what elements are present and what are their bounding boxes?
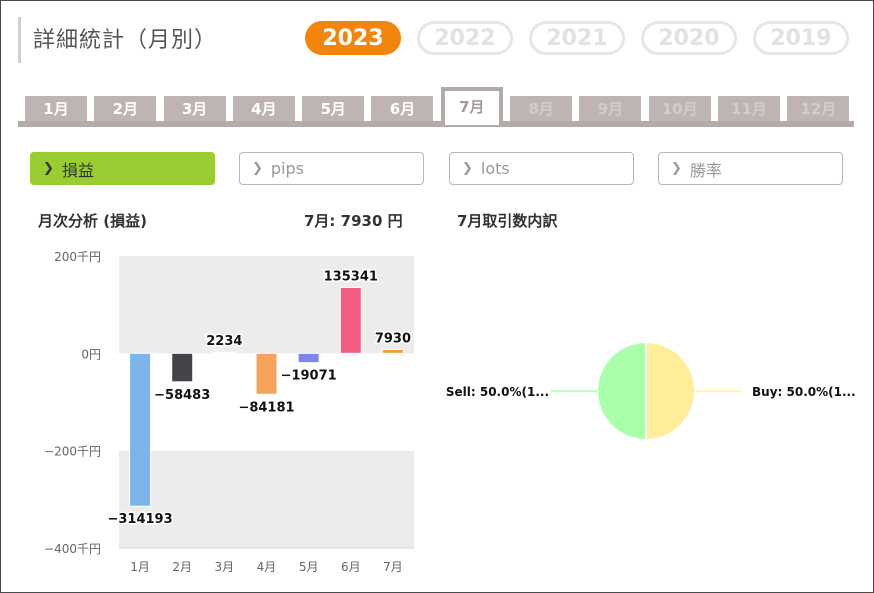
stats-panel: 詳細統計（月別） 2023 2022 2021 2020 2019 1月 2月 3月 4月 5月… [0,0,874,593]
tab-month-8[interactable]: 8月 [510,96,573,121]
trade-breakdown-title: 7月取引数内訳 [457,212,558,230]
tab-month-12[interactable]: 12月 [787,96,850,121]
year-tab-2023[interactable]: 2023 [305,21,401,55]
bar-4[interactable] [255,352,278,395]
year-tabs: 2023 2022 2021 2020 2019 [305,21,849,55]
tab-month-7[interactable]: 7月 [440,87,503,125]
monthly-pl-bar-chart: 200千円 0円 −200千円 −400千円 −314193 1月 −58483 2月 2234… [44,250,414,574]
chevron-right-icon: ❯ [462,161,473,176]
metric-tab-label: lots [480,159,510,178]
bar-value-label: 7930 [375,331,411,346]
bar-value-label: −58483 [154,388,210,403]
x-tick-label: 4月 [257,560,277,574]
chevron-right-icon: ❯ [671,161,682,176]
year-tab-2019[interactable]: 2019 [753,21,849,55]
trade-breakdown-pie-chart: Sell: 50.0%(1... Buy: 50.0%(1... [446,340,856,442]
bar-2[interactable] [171,352,194,383]
chevron-right-icon: ❯ [43,161,54,176]
tab-month-5[interactable]: 5月 [302,96,365,121]
bar-3[interactable] [213,351,236,354]
pie-label-buy: Buy: 50.0%(1... [752,385,856,399]
tab-month-10[interactable]: 10月 [648,96,711,121]
pie-slice-sell[interactable] [596,340,647,442]
tab-month-3[interactable]: 3月 [163,96,226,121]
metric-tab-pips[interactable]: ❯ pips [239,152,424,185]
bar-value-label: −314193 [107,512,172,527]
x-tick-label: 1月 [130,560,150,574]
metric-tab-win-rate[interactable]: ❯ 勝率 [658,152,843,185]
tab-month-2[interactable]: 2月 [94,96,157,121]
page-title: 詳細統計（月別） [33,28,218,53]
tab-month-1[interactable]: 1月 [25,96,87,121]
bar-5[interactable] [297,352,320,364]
x-tick-label: 6月 [341,560,361,574]
bar-value-label: 135341 [324,269,378,284]
bar-value-label: −84181 [238,400,294,415]
year-tab-2021[interactable]: 2021 [529,21,625,55]
y-tick-label: −200千円 [44,445,101,459]
y-tick-label: 0円 [81,347,101,361]
year-tab-2022[interactable]: 2022 [417,21,513,55]
metric-tab-profit-loss[interactable]: ❯ 損益 [30,152,215,185]
metric-tab-lots[interactable]: ❯ lots [449,152,634,185]
year-tab-2020[interactable]: 2020 [641,21,737,55]
monthly-summary: 7月: 7930 円 [304,212,403,230]
tab-month-6[interactable]: 6月 [371,96,434,121]
x-tick-label: 7月 [383,560,403,574]
bar-value-label: 2234 [206,334,242,349]
metric-tab-label: 損益 [61,160,94,180]
title-accent-bar [18,17,21,63]
x-tick-label: 5月 [299,560,319,574]
tab-month-4[interactable]: 4月 [232,96,295,121]
x-tick-label: 2月 [172,560,192,574]
metric-tab-label: 勝率 [689,160,722,180]
bar-1[interactable] [129,352,152,507]
tab-month-11[interactable]: 11月 [717,96,780,121]
pie-slice-buy[interactable] [645,340,696,442]
tab-month-9[interactable]: 9月 [579,96,642,121]
metric-tab-label: pips [270,159,304,178]
monthly-analysis-title: 月次分析 (損益) [38,212,147,230]
chevron-right-icon: ❯ [252,161,263,176]
y-tick-label: −400千円 [44,542,101,556]
bar-6[interactable] [339,286,362,354]
x-tick-label: 3月 [215,560,235,574]
pie-label-sell: Sell: 50.0%(1... [446,385,549,399]
plot-band [119,450,414,548]
bar-value-label: −19071 [281,369,337,384]
bar-7[interactable] [381,348,404,354]
y-tick-label: 200千円 [54,250,101,264]
month-tabs: 1月 2月 3月 4月 5月 6月 7月 8月 9月 10月 11月 12月 [25,87,857,125]
